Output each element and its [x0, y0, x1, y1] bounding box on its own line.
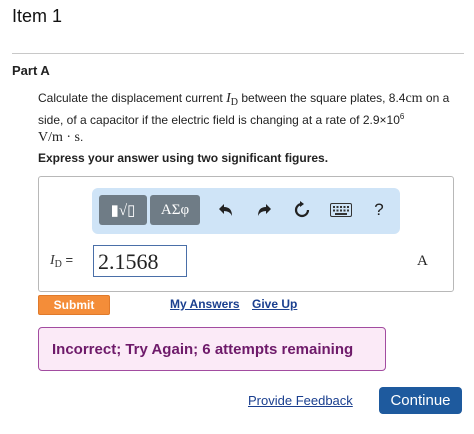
exponent: 6 [399, 112, 405, 121]
part-title: Part A [12, 63, 50, 78]
answer-label: ID = [50, 252, 74, 270]
provide-feedback-link[interactable]: Provide Feedback [248, 393, 353, 408]
submit-button[interactable]: Submit [38, 295, 110, 315]
header-divider [12, 53, 464, 54]
redo-icon[interactable] [252, 197, 276, 223]
question-text-2: between the square plates, 8.4 [238, 91, 406, 105]
my-answers-link[interactable]: My Answers [170, 297, 240, 311]
greek-symbols-icon: ΑΣφ [160, 201, 190, 218]
math-toolbar: ▮√▯ ΑΣφ ? [92, 188, 400, 234]
keyboard-icon[interactable] [328, 197, 354, 223]
current-symbol: ID [226, 91, 239, 108]
question-text-end: . [80, 130, 84, 144]
undo-icon[interactable] [214, 197, 238, 223]
rate-unit: V/m · s [38, 130, 80, 145]
greek-symbols-button[interactable]: ΑΣφ [150, 195, 200, 225]
reset-icon[interactable] [290, 197, 314, 223]
feedback-message: Incorrect; Try Again; 6 attempts remaini… [38, 327, 386, 371]
unit-cm: cm [405, 91, 423, 106]
item-title: Item 1 [12, 6, 63, 26]
question-text-1: Calculate the displacement current [38, 91, 227, 105]
templates-button[interactable]: ▮√▯ [99, 195, 147, 225]
answer-unit: A [417, 253, 428, 269]
help-icon[interactable]: ? [367, 197, 391, 223]
continue-button[interactable]: Continue [379, 387, 462, 414]
templates-icon: ▮√▯ [110, 202, 136, 219]
answer-input[interactable]: 2.1568 [93, 245, 187, 277]
instruction: Express your answer using two significan… [38, 151, 329, 165]
question-text: Calculate the displacement current ID be… [38, 90, 468, 146]
give-up-link[interactable]: Give Up [252, 297, 297, 311]
